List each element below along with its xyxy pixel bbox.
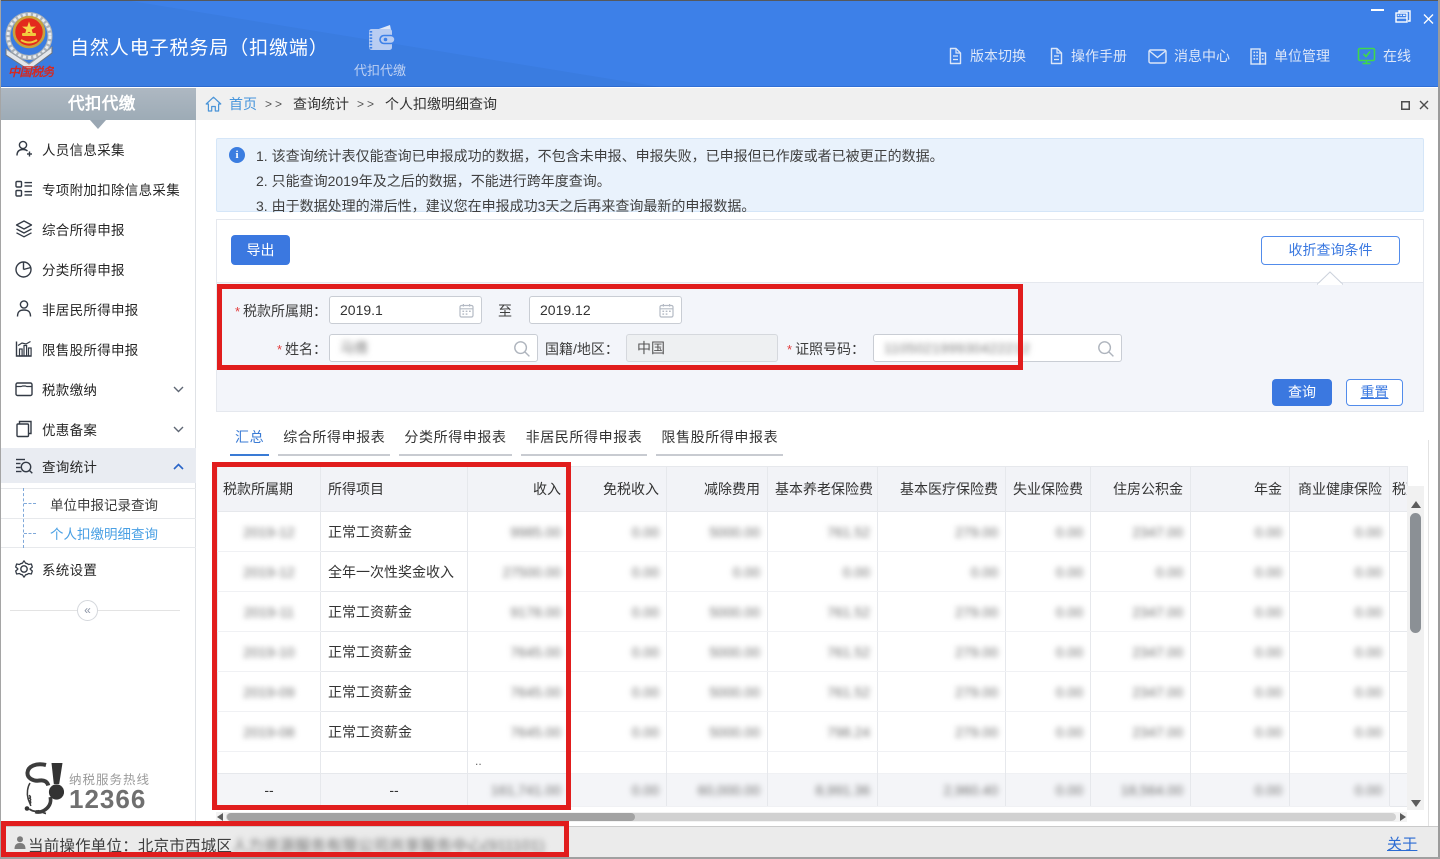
svg-text:中国税务: 中国税务 [8,65,54,79]
